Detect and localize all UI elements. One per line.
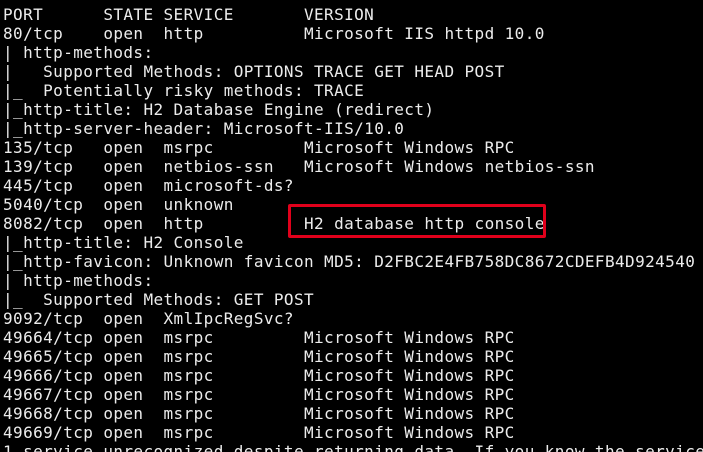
terminal-line: 135/tcp open msrpc Microsoft Windows RPC — [3, 138, 515, 157]
terminal-line-cutoff: 1 service unrecognized despite returning… — [3, 442, 703, 452]
terminal-line: |_http-favicon: Unknown favicon MD5: D2F… — [3, 252, 696, 271]
terminal-line: |_http-title: H2 Console — [3, 233, 244, 252]
terminal-line: 49669/tcp open msrpc Microsoft Windows R… — [3, 423, 515, 442]
terminal-line: 139/tcp open netbios-ssn Microsoft Windo… — [3, 157, 595, 176]
terminal-line: |_ Supported Methods: GET POST — [3, 290, 315, 309]
terminal-output[interactable]: PORT STATE SERVICE VERSION 80/tcp open h… — [0, 0, 703, 452]
terminal-line: 49665/tcp open msrpc Microsoft Windows R… — [3, 347, 515, 366]
terminal-line: 445/tcp open microsoft-ds? — [3, 176, 294, 195]
terminal-line: 5040/tcp open unknown — [3, 195, 234, 214]
terminal-line: | Supported Methods: OPTIONS TRACE GET H… — [3, 62, 505, 81]
terminal-line: 49667/tcp open msrpc Microsoft Windows R… — [3, 385, 515, 404]
terminal-line: |_http-title: H2 Database Engine (redire… — [3, 100, 435, 119]
terminal-line: 49666/tcp open msrpc Microsoft Windows R… — [3, 366, 515, 385]
terminal-line: 49664/tcp open msrpc Microsoft Windows R… — [3, 328, 515, 347]
terminal-line-highlighted: 8082/tcp open http H2 database http cons… — [3, 214, 545, 233]
terminal-line: | http-methods: — [3, 43, 164, 62]
terminal-line: 80/tcp open http Microsoft IIS httpd 10.… — [3, 24, 545, 43]
terminal-line: 9092/tcp open XmlIpcRegSvc? — [3, 309, 294, 328]
terminal-line: 49668/tcp open msrpc Microsoft Windows R… — [3, 404, 515, 423]
terminal-line: PORT STATE SERVICE VERSION — [3, 5, 375, 24]
terminal-line: | http-methods: — [3, 271, 164, 290]
terminal-line: |_ Potentially risky methods: TRACE — [3, 81, 365, 100]
terminal-line: |_http-server-header: Microsoft-IIS/10.0 — [3, 119, 405, 138]
